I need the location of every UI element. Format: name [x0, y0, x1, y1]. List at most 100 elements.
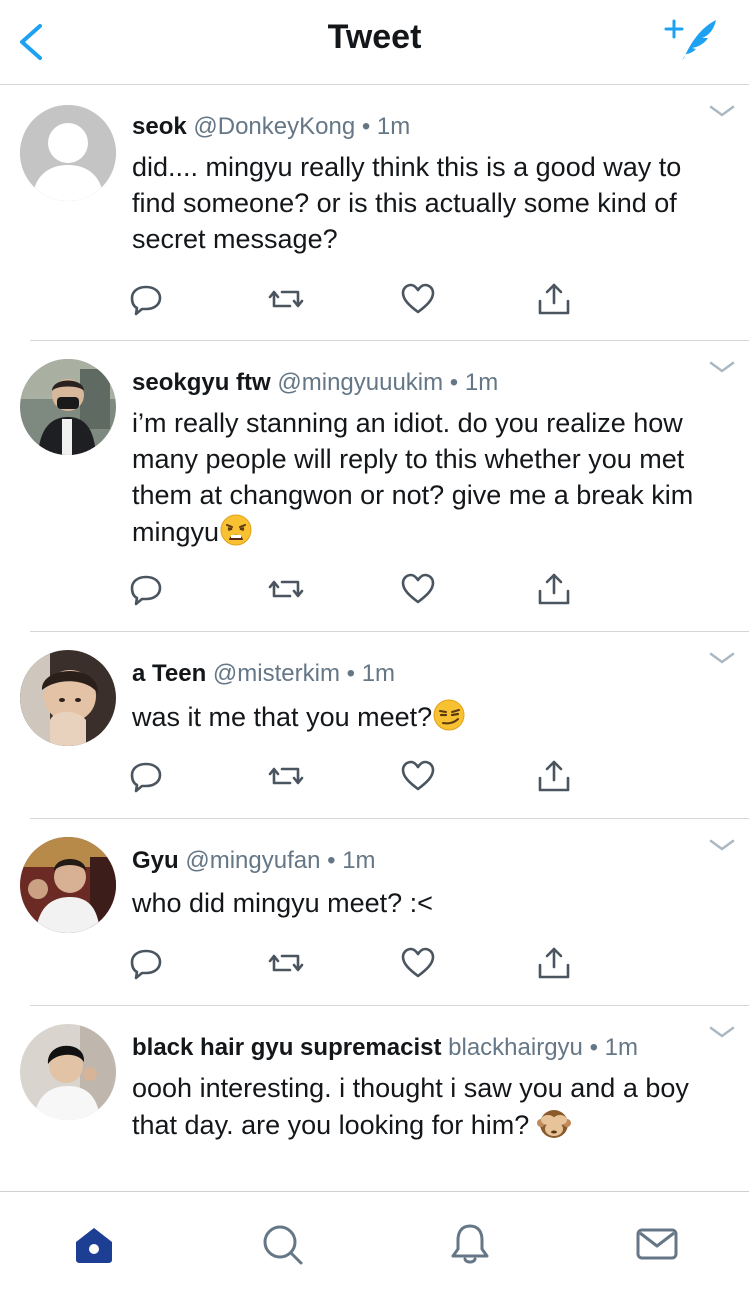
retweet-button[interactable]	[268, 758, 304, 794]
tweet-text: i’m really stanning an idiot. do you rea…	[132, 405, 732, 550]
display-name[interactable]: seokgyu ftw	[132, 369, 271, 396]
share-button[interactable]	[536, 945, 572, 981]
retweet-button[interactable]	[268, 281, 304, 317]
like-button[interactable]	[400, 758, 436, 794]
user-handle[interactable]: @DonkeyKong	[193, 113, 355, 140]
weary-face-emoji-icon	[220, 514, 252, 546]
share-icon	[538, 947, 570, 979]
tweet-header: black hair gyu supremacist blackhairgyu …	[132, 1034, 709, 1062]
separator-dot: •	[589, 1034, 598, 1061]
top-nav-bar: Tweet	[0, 0, 749, 85]
search-icon	[263, 1225, 303, 1265]
replies-feed[interactable]: seok @DonkeyKong • 1m did.... mingyu rea…	[0, 85, 749, 1191]
reply-button[interactable]	[128, 758, 164, 794]
retweet-icon	[268, 290, 304, 308]
separator-dot: •	[327, 847, 336, 874]
avatar[interactable]	[20, 837, 116, 933]
tweet-actions	[128, 281, 588, 317]
default-avatar-icon	[20, 105, 116, 201]
share-button[interactable]	[536, 758, 572, 794]
like-button[interactable]	[400, 281, 436, 317]
tweet-text: who did mingyu meet? :<	[132, 888, 433, 918]
heart-icon	[401, 760, 435, 791]
chevron-down-icon[interactable]	[706, 648, 738, 668]
compose-feather-icon	[664, 19, 716, 60]
bell-icon	[451, 1224, 489, 1264]
chevron-down-icon[interactable]	[706, 357, 738, 377]
tweet-text-content: was it me that you meet?	[132, 702, 433, 732]
envelope-icon	[636, 1228, 678, 1260]
see-no-evil-monkey-emoji-icon	[536, 1110, 571, 1138]
user-handle[interactable]: @mingyufan	[185, 847, 320, 874]
timestamp: 1m	[604, 1034, 638, 1061]
retweet-icon	[268, 767, 304, 785]
smirking-face-emoji-icon	[433, 699, 465, 731]
reply-button[interactable]	[128, 571, 164, 607]
compose-tweet-button[interactable]	[664, 14, 720, 64]
like-button[interactable]	[400, 571, 436, 607]
heart-icon	[401, 573, 435, 604]
reply-button[interactable]	[128, 945, 164, 981]
tab-home[interactable]	[72, 1222, 116, 1266]
tweet-text: was it me that you meet?	[132, 698, 732, 735]
avatar[interactable]	[20, 650, 116, 746]
profile-photo	[20, 359, 116, 455]
like-button[interactable]	[400, 945, 436, 981]
share-button[interactable]	[536, 281, 572, 317]
user-handle[interactable]: blackhairgyu	[448, 1034, 583, 1061]
tab-notifications[interactable]	[448, 1222, 492, 1266]
tweet-header: seok @DonkeyKong • 1m	[132, 113, 709, 141]
reply-icon	[130, 575, 162, 606]
retweet-button[interactable]	[268, 571, 304, 607]
chevron-down-icon[interactable]	[706, 101, 738, 121]
display-name[interactable]: black hair gyu supremacist	[132, 1034, 441, 1061]
chevron-down-icon[interactable]	[706, 1022, 738, 1042]
retweet-button[interactable]	[268, 945, 304, 981]
home-icon	[76, 1228, 112, 1263]
avatar[interactable]	[20, 1024, 116, 1120]
tweet-actions	[128, 571, 588, 607]
share-icon	[538, 283, 570, 315]
separator-dot: •	[361, 113, 371, 140]
separator-dot: •	[346, 660, 356, 687]
reply-icon	[130, 762, 162, 793]
tweet-item[interactable]: black hair gyu supremacist blackhairgyu …	[0, 1006, 749, 1191]
user-handle[interactable]: @mingyuuukim	[277, 369, 443, 396]
tweet-actions	[128, 945, 588, 981]
tweet-item[interactable]: a Teen @misterkim • 1m was it me that yo…	[0, 632, 749, 818]
tweet-header: a Teen @misterkim • 1m	[132, 660, 709, 688]
heart-icon	[401, 947, 435, 978]
tweet-item[interactable]: seokgyu ftw @mingyuuukim • 1m i’m really…	[0, 341, 749, 631]
profile-photo	[20, 1024, 116, 1120]
timestamp: 1m	[376, 113, 411, 140]
tweet-text-content: i’m really stanning an idiot. do you rea…	[132, 408, 694, 547]
bottom-tab-bar	[0, 1191, 749, 1290]
share-button[interactable]	[536, 571, 572, 607]
page-title: Tweet	[327, 18, 422, 56]
tweet-text: did.... mingyu really think this is a go…	[132, 152, 682, 254]
chevron-down-icon[interactable]	[706, 835, 738, 855]
share-icon	[538, 760, 570, 792]
profile-photo	[20, 650, 116, 746]
tweet-item[interactable]: seok @DonkeyKong • 1m did.... mingyu rea…	[0, 85, 749, 340]
profile-photo	[20, 837, 116, 933]
reply-icon	[130, 285, 162, 316]
reply-icon	[130, 949, 162, 980]
tab-messages[interactable]	[635, 1222, 679, 1266]
timestamp: 1m	[361, 660, 396, 687]
tab-search[interactable]	[260, 1222, 304, 1266]
tweet-text: oooh interesting. i thought i saw you an…	[132, 1070, 732, 1143]
tweet-header: Gyu @mingyufan • 1m	[132, 847, 709, 875]
avatar[interactable]	[20, 359, 116, 455]
timestamp: 1m	[464, 369, 499, 396]
tweet-actions	[128, 758, 588, 794]
display-name[interactable]: seok	[132, 113, 187, 140]
display-name[interactable]: a Teen	[132, 660, 206, 687]
tweet-item[interactable]: Gyu @mingyufan • 1m who did mingyu meet?…	[0, 819, 749, 1005]
separator-dot: •	[449, 369, 459, 396]
display-name[interactable]: Gyu	[132, 847, 179, 874]
avatar[interactable]	[20, 105, 116, 201]
user-handle[interactable]: @misterkim	[213, 660, 340, 687]
share-icon	[538, 573, 570, 605]
reply-button[interactable]	[128, 281, 164, 317]
